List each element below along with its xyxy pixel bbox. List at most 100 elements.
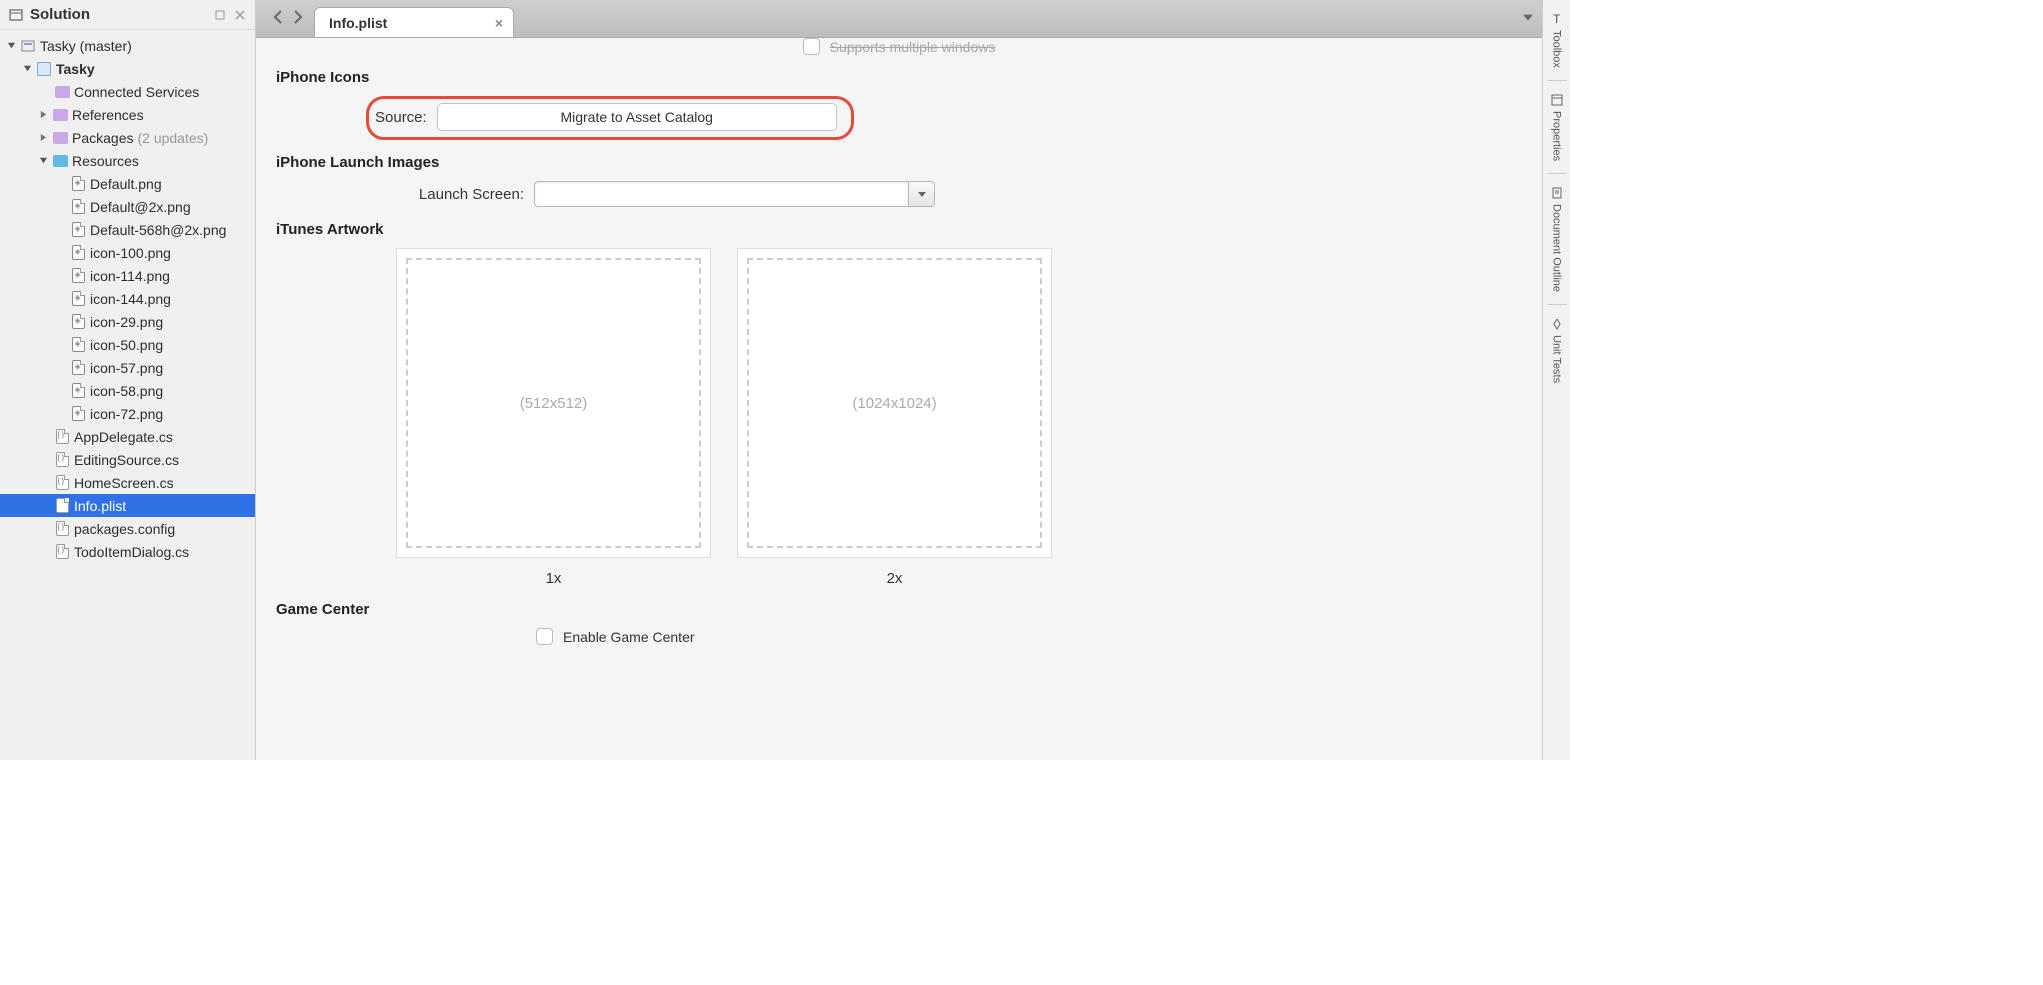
packages-icon [52, 130, 68, 146]
tree-file[interactable]: packages.config [0, 517, 255, 540]
image-file-icon [70, 383, 86, 399]
chevron-down-icon[interactable] [6, 41, 16, 51]
csharp-file-icon [54, 452, 70, 468]
nav-back-icon[interactable] [272, 9, 284, 28]
panel-close-icon[interactable] [233, 8, 247, 22]
launch-screen-label: Launch Screen: [276, 186, 524, 203]
artwork-well-2x[interactable]: (1024x1024) [737, 248, 1052, 558]
launch-screen-input[interactable] [534, 181, 909, 207]
artwork-dropzone-1x[interactable]: (512x512) [406, 258, 701, 548]
tree-label: icon-57.png [90, 360, 163, 376]
sidebar-label: Properties [1551, 111, 1563, 161]
tree-file[interactable]: icon-57.png [0, 356, 255, 379]
artwork-well-1x[interactable]: (512x512) [396, 248, 711, 558]
tree-label: icon-144.png [90, 291, 171, 307]
tabs-overflow-icon[interactable] [1522, 10, 1534, 26]
divider [1547, 173, 1567, 174]
references-icon [52, 107, 68, 123]
sidebar-label: Unit Tests [1551, 335, 1563, 383]
solution-panel: Solution Tasky (master) Tasky Connected … [0, 0, 256, 760]
artwork-size-label: (1024x1024) [852, 395, 936, 412]
launch-screen-combo[interactable] [534, 181, 935, 207]
tree-label: Packages [72, 130, 133, 146]
tree-label: packages.config [74, 521, 175, 537]
tree-label: Resources [72, 153, 139, 169]
tree-file[interactable]: Default-568h@2x.png [0, 218, 255, 241]
tree-file[interactable]: TodoItemDialog.cs [0, 540, 255, 563]
sidebar-unit-tests[interactable]: Unit Tests [1548, 311, 1566, 389]
tree-label: Default@2x.png [90, 199, 191, 215]
document-outline-icon [1550, 186, 1564, 200]
image-file-icon [70, 337, 86, 353]
tree-file[interactable]: Default@2x.png [0, 195, 255, 218]
chevron-down-icon[interactable] [38, 156, 48, 166]
solution-header-icon [8, 7, 24, 23]
config-file-icon [54, 521, 70, 537]
tree-file[interactable]: icon-29.png [0, 310, 255, 333]
highlight-annotation: Source: Migrate to Asset Catalog [366, 96, 854, 140]
tree-label: EditingSource.cs [74, 452, 179, 468]
tree-label: Connected Services [74, 84, 199, 100]
artwork-label-2x: 2x [887, 570, 903, 587]
tree-connected-services[interactable]: Connected Services [0, 80, 255, 103]
sidebar-toolbox[interactable]: T Toolbox [1548, 6, 1566, 74]
enable-game-center-checkbox[interactable] [536, 628, 553, 645]
tree-file[interactable]: icon-58.png [0, 379, 255, 402]
chevron-right-icon[interactable] [38, 133, 48, 143]
combo-dropdown-button[interactable] [909, 181, 935, 207]
tree-file-infoplist[interactable]: Info.plist [0, 494, 255, 517]
tree-file[interactable]: icon-114.png [0, 264, 255, 287]
section-iphone-launch: iPhone Launch Images [276, 154, 1522, 171]
sidebar-label: Document Outline [1551, 204, 1563, 292]
artwork-dropzone-2x[interactable]: (1024x1024) [747, 258, 1042, 548]
project-icon [36, 61, 52, 77]
source-label: Source: [375, 109, 427, 126]
tree-label: icon-29.png [90, 314, 163, 330]
tab-label: Info.plist [329, 15, 387, 31]
csharp-file-icon [54, 475, 70, 491]
sidebar-document-outline[interactable]: Document Outline [1548, 180, 1566, 298]
solution-icon [20, 38, 36, 54]
tree-resources[interactable]: Resources [0, 149, 255, 172]
editor-body: Supports multiple windows iPhone Icons S… [256, 38, 1542, 760]
tree-label: HomeScreen.cs [74, 475, 174, 491]
migrate-asset-catalog-button[interactable]: Migrate to Asset Catalog [437, 103, 837, 131]
tree-file[interactable]: icon-100.png [0, 241, 255, 264]
nav-forward-icon[interactable] [292, 9, 304, 28]
editor-tab-infoplist[interactable]: Info.plist × [314, 7, 514, 37]
supports-multiple-windows-checkbox[interactable] [803, 38, 820, 55]
tree-file[interactable]: icon-72.png [0, 402, 255, 425]
sidebar-label: Toolbox [1551, 30, 1563, 68]
chevron-down-icon[interactable] [22, 64, 32, 74]
tree-file[interactable]: icon-144.png [0, 287, 255, 310]
tree-file[interactable]: AppDelegate.cs [0, 425, 255, 448]
artwork-label-1x: 1x [546, 570, 562, 587]
tree-label: icon-100.png [90, 245, 171, 261]
unit-tests-icon [1550, 317, 1564, 331]
tree-file[interactable]: Default.png [0, 172, 255, 195]
tree-label: icon-114.png [90, 268, 170, 284]
right-sidebar: T Toolbox Properties Document Outline Un… [1542, 0, 1570, 760]
image-file-icon [70, 245, 86, 261]
sidebar-properties[interactable]: Properties [1548, 87, 1566, 167]
image-file-icon [70, 199, 86, 215]
chevron-right-icon[interactable] [38, 110, 48, 120]
tree-packages[interactable]: Packages (2 updates) [0, 126, 255, 149]
folder-icon [52, 153, 68, 169]
divider [1547, 80, 1567, 81]
tree-label: icon-50.png [90, 337, 163, 353]
tree-file[interactable]: HomeScreen.cs [0, 471, 255, 494]
tree-label: icon-58.png [90, 383, 163, 399]
tree-project[interactable]: Tasky [0, 57, 255, 80]
tree-references[interactable]: References [0, 103, 255, 126]
tree-solution[interactable]: Tasky (master) [0, 34, 255, 57]
close-tab-icon[interactable]: × [495, 15, 503, 31]
tab-bar: Info.plist × [256, 0, 1542, 38]
svg-text:T: T [1553, 13, 1561, 25]
tree-label: References [72, 107, 144, 123]
tree-file[interactable]: EditingSource.cs [0, 448, 255, 471]
panel-undock-icon[interactable] [213, 8, 227, 22]
divider [1547, 304, 1567, 305]
tree-file[interactable]: icon-50.png [0, 333, 255, 356]
section-itunes-artwork: iTunes Artwork [276, 221, 1522, 238]
